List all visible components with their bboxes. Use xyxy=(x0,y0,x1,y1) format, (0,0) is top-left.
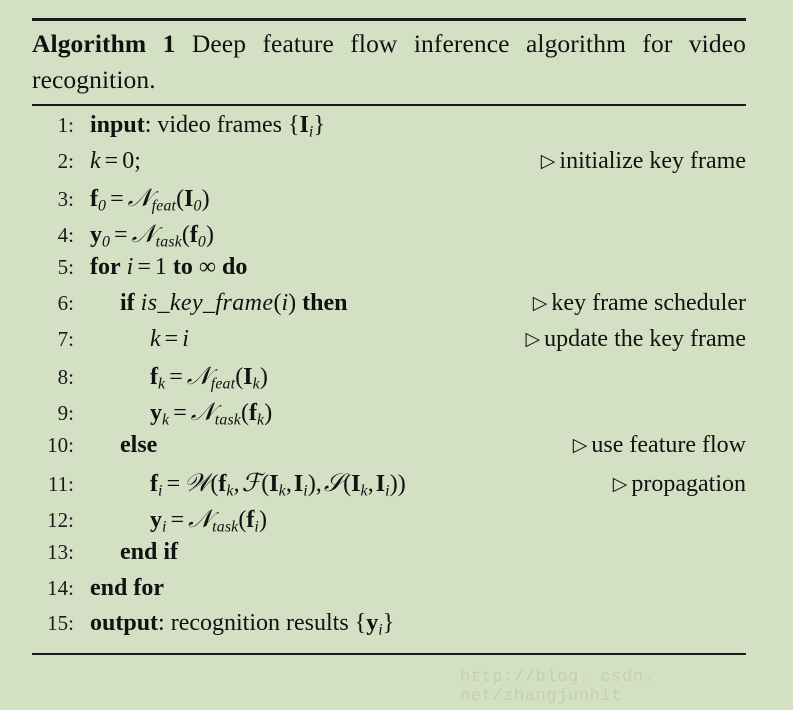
line-code: fk = 𝒩feat(Ik) xyxy=(150,361,268,393)
line-comment: ▷ use feature flow xyxy=(559,432,746,459)
algorithm-line: 14 end for xyxy=(32,575,746,611)
algorithm-line: 10 else ▷use feature flow xyxy=(32,432,746,468)
algorithm-line: 5 for i=1 to ∞ do xyxy=(32,254,746,290)
line-number: 6 xyxy=(32,291,76,316)
comment-text: use feature flow xyxy=(591,432,746,459)
line-number: 4 xyxy=(32,223,76,248)
algorithm-line: 15 output: recognition results {yi} xyxy=(32,610,746,646)
line-number: 10 xyxy=(32,433,76,458)
line-number: 1 xyxy=(32,113,76,138)
algorithm-line: 7 k=i ▷update the key frame xyxy=(32,326,746,362)
line-code: output: recognition results {yi} xyxy=(90,610,395,639)
line-number: 15 xyxy=(32,611,76,636)
comment-triangle-icon: ▷ xyxy=(572,435,588,457)
algorithm-figure: Algorithm 1 Deep feature flow inference … xyxy=(32,18,746,655)
line-code: for i = 1 to ∞ do xyxy=(90,254,248,281)
line-number: 11 xyxy=(32,472,76,497)
line-code: if is_key_frame(i) then xyxy=(120,289,348,316)
line-code: end if xyxy=(120,539,179,566)
algorithm-line: 6 if is_key_frame(i) then ▷key frame sch… xyxy=(32,290,746,326)
algorithm-line: 4 y0=𝒩task(f0) xyxy=(32,219,746,255)
line-code: end for xyxy=(90,574,164,601)
line-code: else xyxy=(120,432,158,459)
comment-text: initialize key frame xyxy=(559,147,746,174)
line-code: f0 = 𝒩feat(I0) xyxy=(90,183,210,215)
algorithm-line: 11 fi=𝒲(fk, ℱ(Ik, Ii), 𝒮(Ik, Ii)) ▷propa… xyxy=(32,468,746,504)
bottom-rule xyxy=(32,652,746,655)
line-number: 8 xyxy=(32,365,76,390)
algorithm-body: 1 input: video frames {Ii} 2 k=0; ▷initi… xyxy=(32,106,746,653)
comment-text: key frame scheduler xyxy=(551,289,746,316)
line-number: 14 xyxy=(32,576,76,601)
line-code: k = i xyxy=(150,325,189,352)
comment-triangle-icon: ▷ xyxy=(532,292,548,314)
algorithm-title-number: 1 xyxy=(162,29,176,58)
algorithm-title-label: Algorithm xyxy=(32,29,147,58)
comment-triangle-icon: ▷ xyxy=(612,473,628,495)
line-number: 13 xyxy=(32,540,76,565)
comment-text: update the key frame xyxy=(544,325,746,352)
line-number: 12 xyxy=(32,508,76,533)
line-number: 2 xyxy=(32,149,76,174)
line-comment: ▷ key frame scheduler xyxy=(519,290,746,317)
line-number: 3 xyxy=(32,187,76,212)
algorithm-line: 9 yk=𝒩task(fk) xyxy=(32,397,746,433)
algorithm-line: 12 yi=𝒩task(fi) xyxy=(32,504,746,540)
line-comment: ▷ initialize key frame xyxy=(527,148,746,175)
line-code: fi = 𝒲(fk, ℱ(Ik, Ii), 𝒮(Ik, Ii)) xyxy=(150,467,406,500)
line-code: yi = 𝒩task(fi) xyxy=(150,503,268,535)
comment-triangle-icon: ▷ xyxy=(525,328,541,350)
line-code: k = 0; xyxy=(90,147,141,174)
algorithm-title: Algorithm 1 Deep feature flow inference … xyxy=(32,21,746,104)
algorithm-line: 8 fk=𝒩feat(Ik) xyxy=(32,361,746,397)
comment-triangle-icon: ▷ xyxy=(540,150,556,172)
line-code: input: video frames {Ii} xyxy=(90,112,325,141)
line-code: yk = 𝒩task(fk) xyxy=(150,396,273,429)
algorithm-line: 2 k=0; ▷initialize key frame xyxy=(32,148,746,184)
algorithm-line: 1 input: video frames {Ii} xyxy=(32,112,746,148)
line-number: 9 xyxy=(32,401,76,426)
line-number: 5 xyxy=(32,255,76,280)
algorithm-line: 13 end if xyxy=(32,539,746,575)
line-number: 7 xyxy=(32,327,76,352)
comment-text: propagation xyxy=(631,470,746,497)
line-comment: ▷ update the key frame xyxy=(511,326,746,353)
line-code: y0 = 𝒩task(f0) xyxy=(90,218,215,251)
algorithm-line: 3 f0=𝒩feat(I0) xyxy=(32,183,746,219)
line-comment: ▷ propagation xyxy=(599,471,746,498)
watermark: http://blog. csdn. net/zhangjunhit xyxy=(460,668,655,706)
